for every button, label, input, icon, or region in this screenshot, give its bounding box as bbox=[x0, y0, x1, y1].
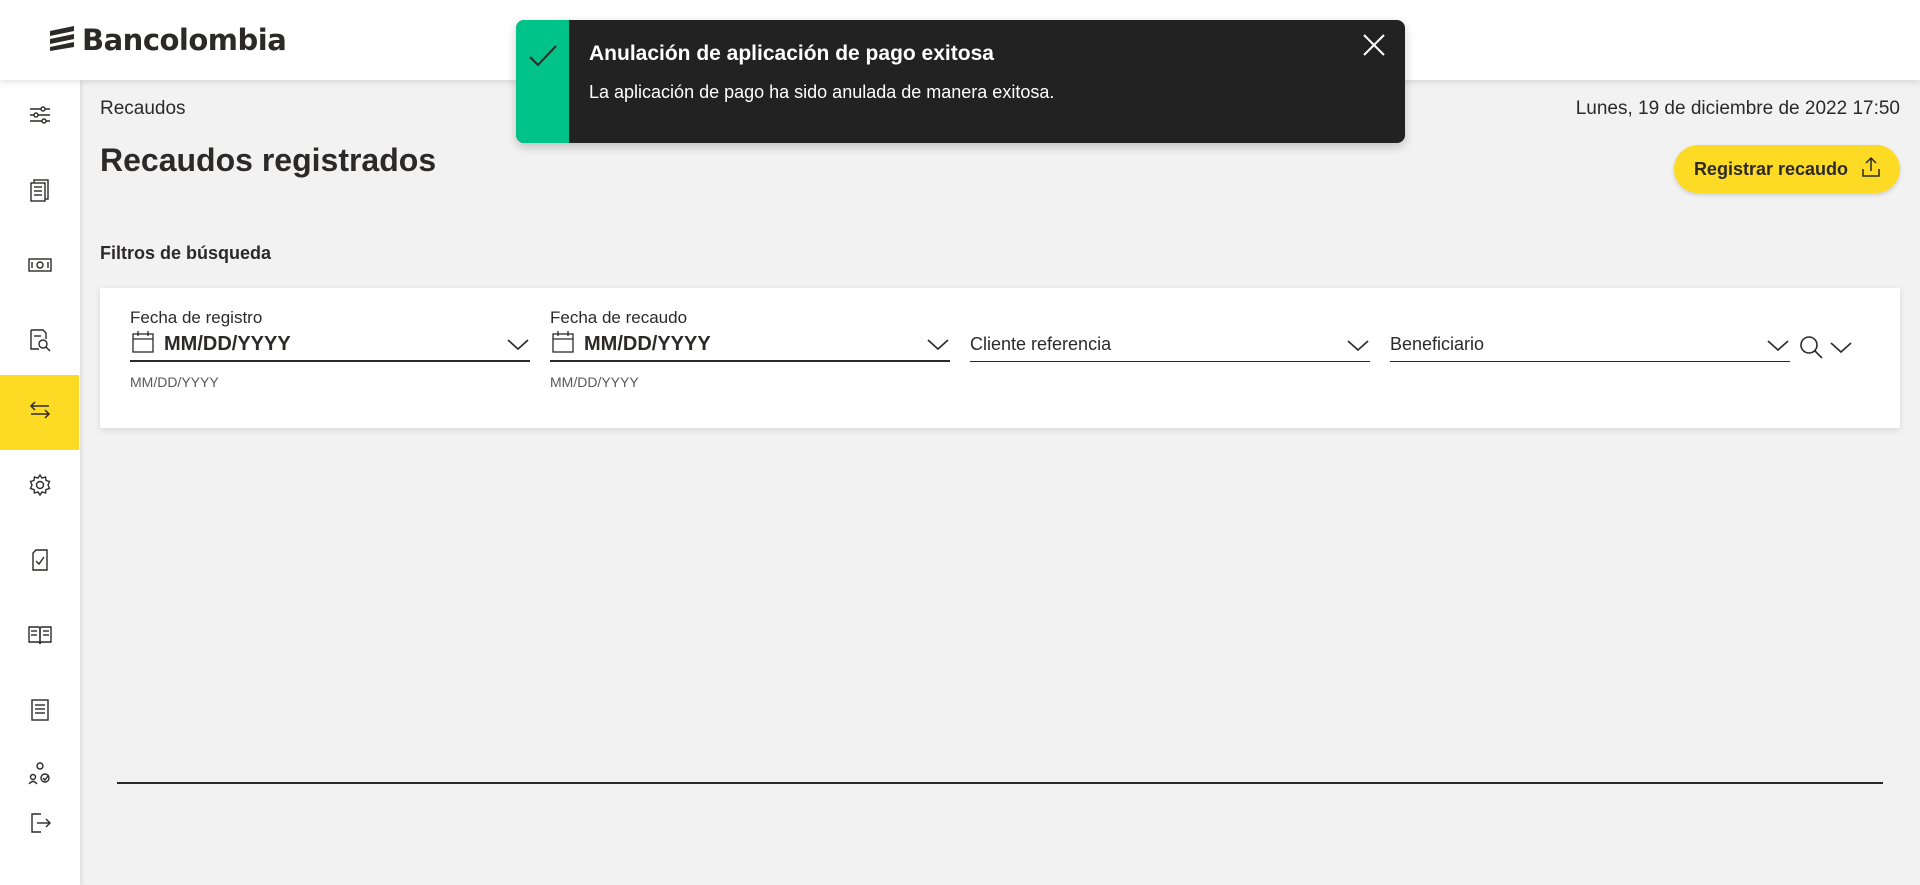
collection-date-helper: MM/DD/YYYY bbox=[550, 374, 639, 390]
register-collection-label: Registrar recaudo bbox=[1693, 158, 1848, 179]
sidebar-item-transfers[interactable] bbox=[0, 375, 79, 450]
close-icon bbox=[1361, 32, 1387, 63]
filters-section-title: Filtros de búsqueda bbox=[100, 243, 272, 263]
expand-filters-chevron-icon[interactable] bbox=[1829, 335, 1853, 364]
open-book-icon bbox=[27, 622, 53, 653]
success-toast: Anulación de aplicación de pago exitosa … bbox=[516, 20, 1405, 143]
registration-date-filter: Fecha de registro MM/DD/YYYY MM/DD/YYYY bbox=[130, 308, 530, 390]
brand-name: Bancolombia bbox=[82, 23, 287, 57]
client-reference-select[interactable]: Cliente referencia bbox=[970, 328, 1370, 362]
beneficiary-filter: Beneficiario bbox=[1390, 308, 1790, 388]
beneficiary-placeholder: Beneficiario bbox=[1390, 334, 1485, 354]
document-search-icon bbox=[27, 327, 53, 358]
content-divider bbox=[117, 782, 1883, 784]
search-tools bbox=[1797, 333, 1853, 366]
chevron-down-icon[interactable] bbox=[1346, 333, 1370, 357]
search-icon[interactable] bbox=[1797, 333, 1825, 366]
sidebar-item-reports[interactable] bbox=[0, 675, 79, 750]
chevron-down-icon[interactable] bbox=[926, 332, 950, 356]
current-datetime: Lunes, 19 de diciembre de 2022 17:50 bbox=[1575, 98, 1900, 119]
sidebar-item-manual[interactable] bbox=[0, 600, 79, 675]
document-check-icon bbox=[27, 547, 53, 578]
collection-date-filter: Fecha de recaudo MM/DD/YYYY MM/DD/YYYY bbox=[550, 308, 950, 390]
chevron-down-icon[interactable] bbox=[506, 332, 530, 356]
sidebar-item-documents[interactable] bbox=[0, 155, 79, 230]
sidebar-item-filters[interactable] bbox=[0, 80, 79, 155]
logout-icon bbox=[27, 810, 53, 841]
transfer-arrows-icon bbox=[27, 397, 53, 428]
filters-card: Fecha de registro MM/DD/YYYY MM/DD/YYYY … bbox=[100, 288, 1900, 428]
registration-date-input[interactable]: MM/DD/YYYY bbox=[130, 328, 530, 362]
sidebar-item-settings[interactable] bbox=[0, 450, 79, 525]
toast-message: La aplicación de pago ha sido anulada de… bbox=[589, 82, 1055, 102]
notebook-icon bbox=[27, 697, 53, 728]
collection-date-label: Fecha de recaudo bbox=[550, 308, 688, 327]
document-list-icon bbox=[27, 177, 53, 208]
breadcrumb[interactable]: Recaudos bbox=[100, 98, 186, 120]
main-content: Recaudos Lunes, 19 de diciembre de 2022 … bbox=[80, 80, 1920, 885]
collection-date-value: MM/DD/YYYY bbox=[584, 332, 711, 355]
register-collection-button[interactable]: Registrar recaudo bbox=[1673, 145, 1900, 193]
toast-status-bar bbox=[516, 20, 569, 143]
registration-date-label: Fecha de registro bbox=[130, 308, 263, 327]
bancolombia-logo-icon bbox=[48, 25, 76, 56]
sliders-icon bbox=[27, 102, 53, 133]
collection-date-input[interactable]: MM/DD/YYYY bbox=[550, 328, 950, 362]
sidebar-item-logout[interactable] bbox=[0, 800, 79, 850]
chevron-down-icon[interactable] bbox=[1766, 333, 1790, 357]
cash-icon bbox=[27, 252, 53, 283]
sidebar-item-cash[interactable] bbox=[0, 230, 79, 305]
registration-date-value: MM/DD/YYYY bbox=[164, 332, 291, 355]
sidebar bbox=[0, 80, 80, 885]
toast-title: Anulación de aplicación de pago exitosa bbox=[589, 42, 994, 65]
toast-close-button[interactable] bbox=[1359, 32, 1389, 62]
sidebar-item-approvals[interactable] bbox=[0, 525, 79, 600]
page-title: Recaudos registrados bbox=[100, 142, 437, 178]
gear-icon bbox=[27, 472, 53, 503]
bancolombia-logo[interactable]: Bancolombia bbox=[48, 20, 287, 60]
sidebar-item-document-search[interactable] bbox=[0, 305, 79, 380]
calendar-icon bbox=[550, 329, 576, 360]
client-reference-placeholder: Cliente referencia bbox=[970, 334, 1112, 354]
checkmark-icon bbox=[527, 40, 559, 77]
registration-date-helper: MM/DD/YYYY bbox=[130, 374, 219, 390]
upload-icon bbox=[1860, 156, 1882, 183]
user-network-icon bbox=[27, 760, 53, 791]
beneficiary-select[interactable]: Beneficiario bbox=[1390, 328, 1790, 362]
calendar-icon bbox=[130, 329, 156, 360]
sidebar-item-users[interactable] bbox=[0, 750, 79, 800]
client-reference-filter: Cliente referencia bbox=[970, 308, 1370, 388]
